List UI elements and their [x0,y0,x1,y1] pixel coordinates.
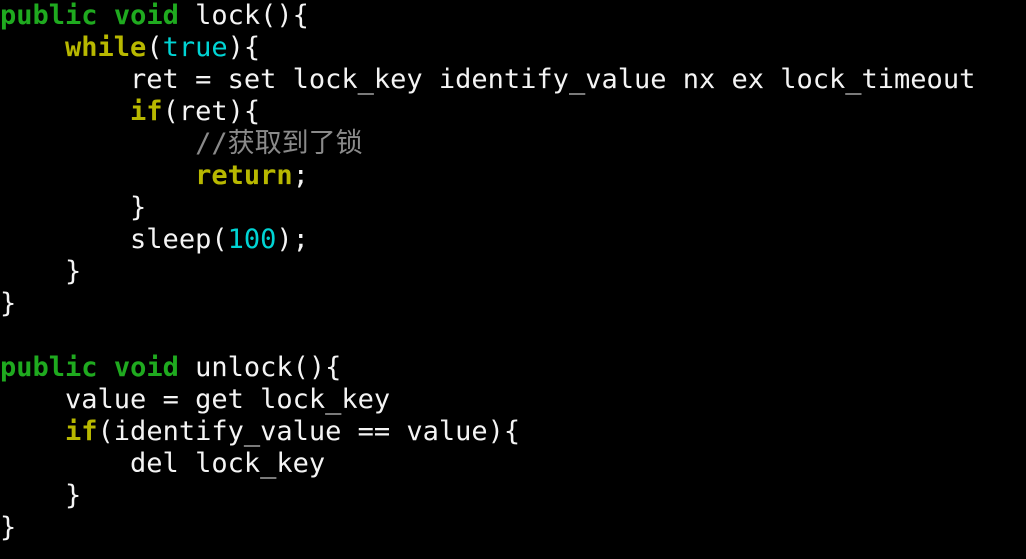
code-token-control: while [65,32,147,63]
code-line: } [0,256,1026,288]
code-token-plain: ( [146,32,163,63]
code-token-plain: ret = set lock_key identify_value nx ex … [130,64,976,95]
code-line: return; [0,160,1026,192]
code-screenshot: public void lock(){ while(true){ ret = s… [0,0,1026,559]
code-line: if(identify_value == value){ [0,416,1026,448]
code-line: } [0,288,1026,320]
code-line: while(true){ [0,32,1026,64]
code-token-plain: } [65,480,82,511]
code-line: } [0,192,1026,224]
code-token-plain: del lock_key [130,448,326,479]
code-block[interactable]: public void lock(){ while(true){ ret = s… [0,0,1026,544]
code-token-plain: ; [292,160,309,191]
code-line: ret = set lock_key identify_value nx ex … [0,64,1026,96]
code-line: } [0,480,1026,512]
code-token-literal: true [162,32,228,63]
code-token-keyword: void [113,0,179,31]
code-token-plain: unlock(){ [178,352,342,383]
code-line: if(ret){ [0,96,1026,128]
code-token-control: return [195,160,293,191]
code-token-control: if [130,96,163,127]
code-line: //获取到了锁 [0,128,1026,160]
code-line: public void lock(){ [0,0,1026,32]
code-token-plain: ){ [227,32,261,63]
code-token-plain: sleep( [130,224,228,255]
code-token-keyword: void [113,352,179,383]
code-line: sleep(100); [0,224,1026,256]
code-line: public void unlock(){ [0,352,1026,384]
code-token-plain: ); [276,224,309,255]
code-token-plain: } [0,288,17,319]
code-token-control: if [65,416,98,447]
code-token-plain: (ret){ [162,96,261,127]
code-line: value = get lock_key [0,384,1026,416]
code-token-plain: lock(){ [178,0,309,31]
code-token-plain: } [130,192,147,223]
code-token-literal: 100 [227,224,277,255]
code-token-plain: } [0,512,17,543]
code-token-plain: value = get lock_key [65,384,391,415]
code-line: del lock_key [0,448,1026,480]
code-token-plain: (identify_value == value){ [97,416,521,447]
code-line: } [0,512,1026,544]
code-token-keyword: public [0,0,98,31]
code-token-comment: //获取到了锁 [195,128,363,159]
code-token-keyword: public [0,352,98,383]
code-token-plain: } [65,256,82,287]
